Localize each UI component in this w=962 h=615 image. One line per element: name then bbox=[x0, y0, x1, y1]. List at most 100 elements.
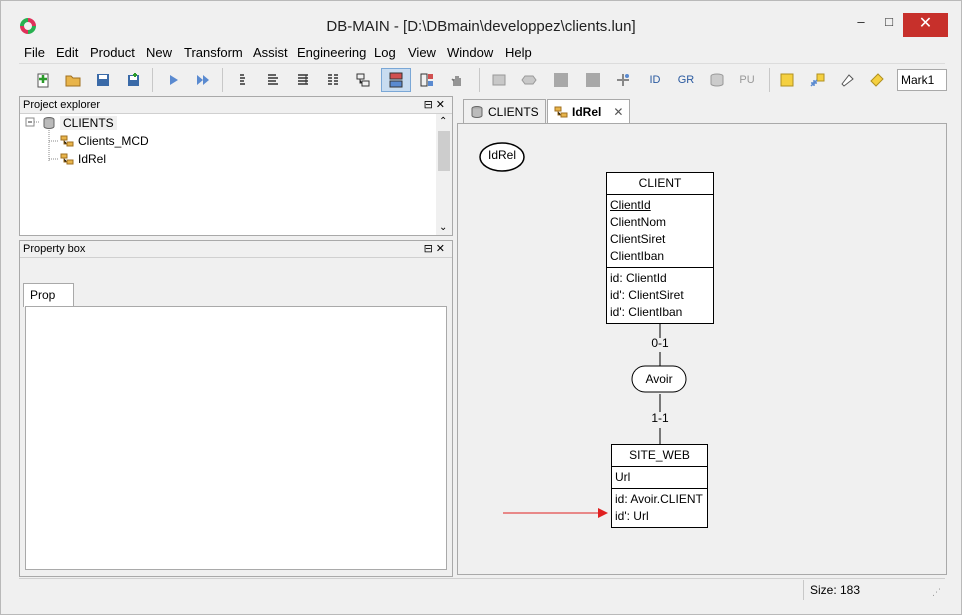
resize-grip-icon[interactable]: ⋰ bbox=[932, 587, 941, 598]
menu-bar: File Edit Product New Transform Assist E… bbox=[19, 42, 945, 62]
explorer-scrollbar[interactable]: ⌃ ⌄ bbox=[436, 114, 452, 235]
menu-assist[interactable]: Assist bbox=[253, 45, 288, 60]
entity-name: CLIENT bbox=[607, 173, 713, 195]
graph-compact-icon[interactable] bbox=[381, 68, 411, 92]
tab-clients[interactable]: CLIENTS bbox=[463, 99, 546, 123]
hand-tool-icon[interactable] bbox=[445, 68, 469, 92]
status-bar: Size: 183 ⋰ bbox=[19, 578, 945, 600]
tab-prop[interactable]: Prop bbox=[23, 283, 74, 307]
mark-tag-icon[interactable] bbox=[865, 68, 889, 92]
schema-icon bbox=[60, 153, 74, 165]
identifier: id': ClientSiret bbox=[610, 288, 684, 302]
document-tabs: CLIENTS IdRel ✕ bbox=[459, 97, 947, 123]
identifier-button[interactable]: ID bbox=[643, 68, 667, 92]
dependency-icon[interactable] bbox=[351, 68, 375, 92]
menu-help[interactable]: Help bbox=[505, 45, 532, 60]
entity-name: SITE_WEB bbox=[612, 445, 707, 467]
note-icon[interactable] bbox=[775, 68, 799, 92]
title-bar: DB-MAIN - [D:\DBmain\developpez\clients.… bbox=[1, 1, 961, 41]
attribute-list: ClientId ClientNom ClientSiret ClientIba… bbox=[607, 195, 713, 268]
menu-view[interactable]: View bbox=[408, 45, 436, 60]
minimize-button[interactable]: – bbox=[846, 11, 876, 33]
fast-forward-icon[interactable] bbox=[191, 68, 215, 92]
new-relationship-icon[interactable] bbox=[517, 68, 541, 92]
tree-item-label: CLIENTS bbox=[60, 116, 117, 130]
scroll-up-icon[interactable]: ⌃ bbox=[439, 116, 447, 127]
new-attribute-icon[interactable] bbox=[549, 68, 573, 92]
attribute: Url bbox=[615, 470, 631, 484]
entity-client[interactable]: CLIENT ClientId ClientNom ClientSiret Cl… bbox=[606, 172, 714, 324]
menu-new[interactable]: New bbox=[146, 45, 172, 60]
text-sorted-icon[interactable] bbox=[321, 68, 345, 92]
pu-button[interactable]: PU bbox=[735, 68, 759, 92]
identifier: id: ClientId bbox=[610, 271, 667, 285]
group-button[interactable]: GR bbox=[674, 68, 698, 92]
graph-standard-icon[interactable] bbox=[415, 68, 439, 92]
property-box-title: Property box bbox=[23, 243, 86, 255]
identifier: id': ClientIban bbox=[610, 305, 683, 319]
attribute: ClientNom bbox=[610, 215, 667, 229]
tree-item-clients-mcd[interactable]: Clients_MCD bbox=[60, 134, 149, 148]
panel-controls[interactable]: ⊟✕ bbox=[424, 98, 448, 111]
attribute: ClientId bbox=[610, 198, 651, 212]
close-button[interactable]: ✕ bbox=[903, 13, 948, 37]
entity-site-web[interactable]: SITE_WEB Url id: Avoir.CLIENT id': Url bbox=[611, 444, 708, 528]
scroll-thumb[interactable] bbox=[438, 131, 450, 171]
menu-file[interactable]: File bbox=[24, 45, 45, 60]
menu-product[interactable]: Product bbox=[90, 45, 135, 60]
project-explorer-header: Project explorer ⊟✕ bbox=[20, 97, 452, 114]
attribute: ClientSiret bbox=[610, 232, 666, 246]
new-entity-icon[interactable] bbox=[487, 68, 511, 92]
menu-engineering[interactable]: Engineering bbox=[297, 45, 366, 60]
toolbar: ID GR PU Mark1 bbox=[19, 63, 947, 95]
save-all-icon[interactable] bbox=[121, 68, 145, 92]
diagram-canvas[interactable]: IdRel 0-1 Avoir 1-1 CLIENT ClientId Clie… bbox=[457, 123, 947, 575]
open-folder-icon[interactable] bbox=[61, 68, 85, 92]
schema-icon bbox=[60, 135, 74, 147]
project-explorer-title: Project explorer bbox=[23, 99, 101, 111]
play-icon[interactable] bbox=[161, 68, 185, 92]
database-icon[interactable] bbox=[705, 68, 729, 92]
tree-item-label: IdRel bbox=[78, 152, 107, 166]
text-standard-icon[interactable] bbox=[261, 68, 285, 92]
property-area bbox=[25, 306, 447, 570]
property-box-header: Property box ⊟✕ bbox=[20, 241, 452, 258]
new-group-icon[interactable] bbox=[581, 68, 605, 92]
database-icon bbox=[43, 117, 55, 129]
schema-icon bbox=[554, 106, 568, 117]
text-compact-icon[interactable] bbox=[231, 68, 255, 92]
attribute-list: Url bbox=[612, 467, 707, 489]
menu-transform[interactable]: Transform bbox=[184, 45, 243, 60]
menu-window[interactable]: Window bbox=[447, 45, 493, 60]
maximize-button[interactable]: □ bbox=[876, 11, 902, 33]
identifier: id': Url bbox=[615, 509, 649, 523]
relationship-avoir[interactable]: Avoir bbox=[632, 372, 686, 386]
menu-log[interactable]: Log bbox=[374, 45, 396, 60]
save-icon[interactable] bbox=[91, 68, 115, 92]
tree-item-label: Clients_MCD bbox=[78, 134, 149, 148]
identifier-list: id: Avoir.CLIENT id': Url bbox=[612, 489, 707, 527]
scroll-down-icon[interactable]: ⌄ bbox=[439, 222, 447, 233]
link-note-icon[interactable] bbox=[805, 68, 829, 92]
tree-item-idrel[interactable]: IdRel bbox=[60, 152, 106, 166]
new-role-icon[interactable] bbox=[611, 68, 635, 92]
cardinality-bottom: 1-1 bbox=[651, 411, 669, 425]
app-window: DB-MAIN - [D:\DBmain\developpez\clients.… bbox=[0, 0, 962, 615]
project-explorer-panel: Project explorer ⊟✕ CLIENTS Clients_MCD … bbox=[19, 96, 453, 236]
identifier-list: id: ClientId id': ClientSiret id': Clien… bbox=[607, 268, 713, 323]
attribute: ClientIban bbox=[610, 249, 665, 263]
menu-edit[interactable]: Edit bbox=[56, 45, 78, 60]
database-icon bbox=[471, 105, 483, 118]
status-size: Size: 183 bbox=[803, 580, 866, 600]
identifier: id: Avoir.CLIENT bbox=[615, 492, 703, 506]
text-extended-icon[interactable] bbox=[291, 68, 315, 92]
marker-icon[interactable] bbox=[835, 68, 859, 92]
tab-idrel[interactable]: IdRel ✕ bbox=[547, 99, 631, 123]
schema-label: IdRel bbox=[487, 148, 516, 162]
close-tab-icon[interactable]: ✕ bbox=[613, 105, 623, 119]
tree-item-root[interactable]: CLIENTS bbox=[42, 116, 117, 130]
panel-controls[interactable]: ⊟✕ bbox=[424, 242, 448, 255]
cardinality-top: 0-1 bbox=[651, 336, 669, 350]
new-project-icon[interactable] bbox=[31, 68, 55, 92]
mark-select[interactable]: Mark1 bbox=[897, 69, 947, 91]
